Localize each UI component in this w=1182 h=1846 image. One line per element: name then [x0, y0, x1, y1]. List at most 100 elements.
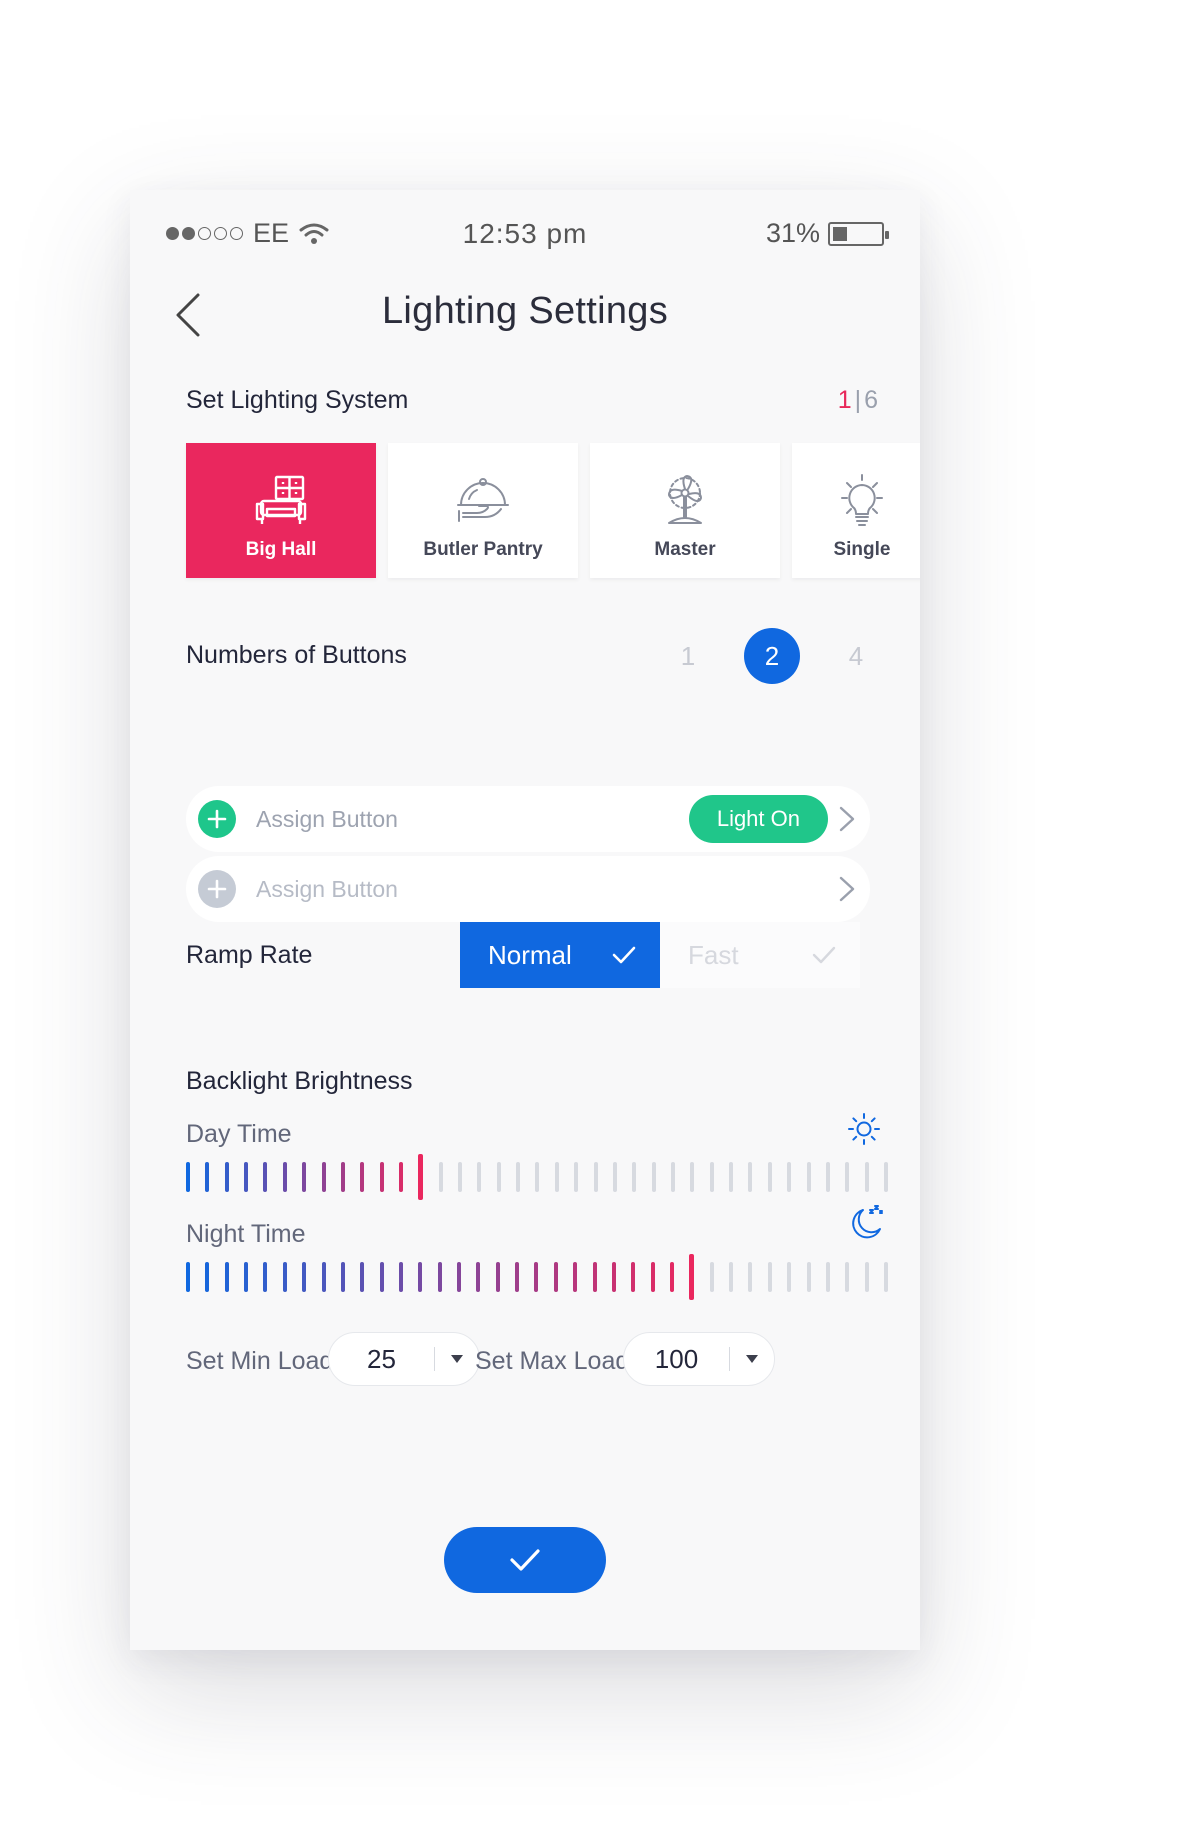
assign-button-row-2[interactable]: Assign Button [186, 856, 870, 922]
slider-tick [534, 1262, 539, 1292]
fan-icon [668, 475, 702, 524]
sun-icon [848, 1113, 880, 1145]
slider-tick [458, 1162, 463, 1192]
status-right: 31% [765, 218, 889, 249]
ramp-rate-label: Ramp Rate [186, 941, 313, 969]
slider-tick [515, 1262, 520, 1292]
add-icon[interactable] [198, 870, 236, 908]
check-icon [612, 946, 636, 964]
slider-tick [825, 1262, 830, 1292]
confirm-button[interactable] [444, 1527, 606, 1593]
moon-icon [852, 1205, 883, 1239]
system-card-master[interactable]: Master [590, 443, 780, 578]
min-load-label: Set Min Load [186, 1347, 334, 1375]
slider-tick [535, 1162, 540, 1192]
slider-tick [883, 1262, 888, 1292]
caret-down-icon [730, 1354, 774, 1364]
day-time-brightness-slider[interactable] [186, 1154, 888, 1200]
slider-tick [360, 1162, 365, 1192]
slider-tick [224, 1162, 229, 1192]
lighting-system-pager: 1 | 6 [838, 386, 878, 415]
slider-tick [398, 1262, 403, 1292]
system-card-label: Big Hall [245, 539, 317, 560]
slider-tick [845, 1262, 850, 1292]
system-card-single[interactable]: Single [792, 443, 920, 578]
slider-tick [398, 1162, 403, 1192]
slider-knob[interactable] [418, 1154, 424, 1200]
slider-tick [244, 1162, 249, 1192]
buttons-count-label: Numbers of Buttons [186, 641, 407, 669]
slider-tick [186, 1262, 190, 1292]
night-time-label: Night Time [186, 1220, 306, 1248]
ramp-rate-toggle: Normal Fast [460, 922, 860, 988]
assign-button-label: Assign Button [256, 875, 398, 902]
system-card-butler-pantry[interactable]: Butler Pantry [388, 443, 578, 578]
max-load-label: Set Max Load [475, 1347, 630, 1375]
slider-tick [302, 1262, 307, 1292]
slider-tick [864, 1162, 869, 1192]
min-load-select[interactable]: 25 [328, 1332, 480, 1386]
night-time-brightness-slider[interactable] [186, 1254, 888, 1300]
slider-tick [516, 1162, 521, 1192]
slider-tick [631, 1262, 636, 1292]
slider-tick [767, 1162, 772, 1192]
assign-button-row-1[interactable]: Assign Button Light On [186, 786, 870, 852]
buttons-count-option-2[interactable]: 2 [744, 628, 800, 684]
slider-tick [379, 1262, 384, 1292]
system-card-label: Single [833, 539, 891, 560]
slider-tick [321, 1262, 326, 1292]
caret-down-icon [435, 1354, 479, 1364]
slider-tick [321, 1162, 326, 1192]
chevron-right-icon [839, 876, 855, 902]
ramp-rate-fast[interactable]: Fast [660, 922, 860, 988]
battery-percent: 31% [765, 218, 820, 248]
slider-tick [186, 1162, 190, 1192]
slider-tick [864, 1262, 869, 1292]
max-load-select[interactable]: 100 [623, 1332, 775, 1386]
slider-tick [573, 1262, 578, 1292]
slider-tick [669, 1262, 674, 1292]
slider-tick [883, 1162, 888, 1192]
slider-tick [263, 1162, 268, 1192]
slider-tick [612, 1162, 617, 1192]
slider-tick [224, 1262, 229, 1292]
buttons-count-option-1[interactable]: 1 [660, 628, 716, 684]
light-on-action-pill[interactable]: Light On [688, 795, 828, 843]
slider-tick [438, 1162, 443, 1192]
slider-tick [340, 1262, 345, 1292]
check-icon [812, 946, 836, 964]
slider-tick [650, 1262, 655, 1292]
system-card-big-hall[interactable]: Big Hall [186, 443, 376, 578]
slider-tick [302, 1162, 307, 1192]
slider-tick [476, 1262, 481, 1292]
slider-tick [495, 1262, 500, 1292]
ramp-option-label: Normal [488, 939, 572, 970]
slider-tick [767, 1262, 772, 1292]
slider-tick [651, 1162, 656, 1192]
slider-tick [825, 1162, 830, 1192]
buttons-count-option-4[interactable]: 4 [828, 628, 884, 684]
ramp-rate-normal[interactable]: Normal [460, 922, 660, 988]
slider-tick [709, 1162, 714, 1192]
slider-tick [340, 1162, 345, 1192]
slider-knob[interactable] [689, 1254, 695, 1300]
slider-tick [709, 1262, 714, 1292]
slider-tick [670, 1162, 675, 1192]
slider-tick [477, 1162, 482, 1192]
slider-tick [806, 1162, 811, 1192]
max-load-value: 100 [654, 1343, 699, 1374]
slider-tick [263, 1262, 268, 1292]
slider-tick [806, 1262, 811, 1292]
slider-tick [690, 1162, 695, 1192]
bulb-icon [841, 474, 883, 526]
add-icon[interactable] [198, 800, 236, 838]
battery-icon [828, 221, 889, 246]
slider-tick [205, 1262, 210, 1292]
chevron-right-icon [839, 806, 855, 832]
slider-tick [574, 1162, 579, 1192]
slider-tick [611, 1262, 616, 1292]
ramp-option-label: Fast [688, 939, 739, 970]
check-icon [510, 1549, 540, 1571]
slider-tick [748, 1162, 753, 1192]
status-bar: EE 12:53 pm 31% [130, 218, 920, 258]
